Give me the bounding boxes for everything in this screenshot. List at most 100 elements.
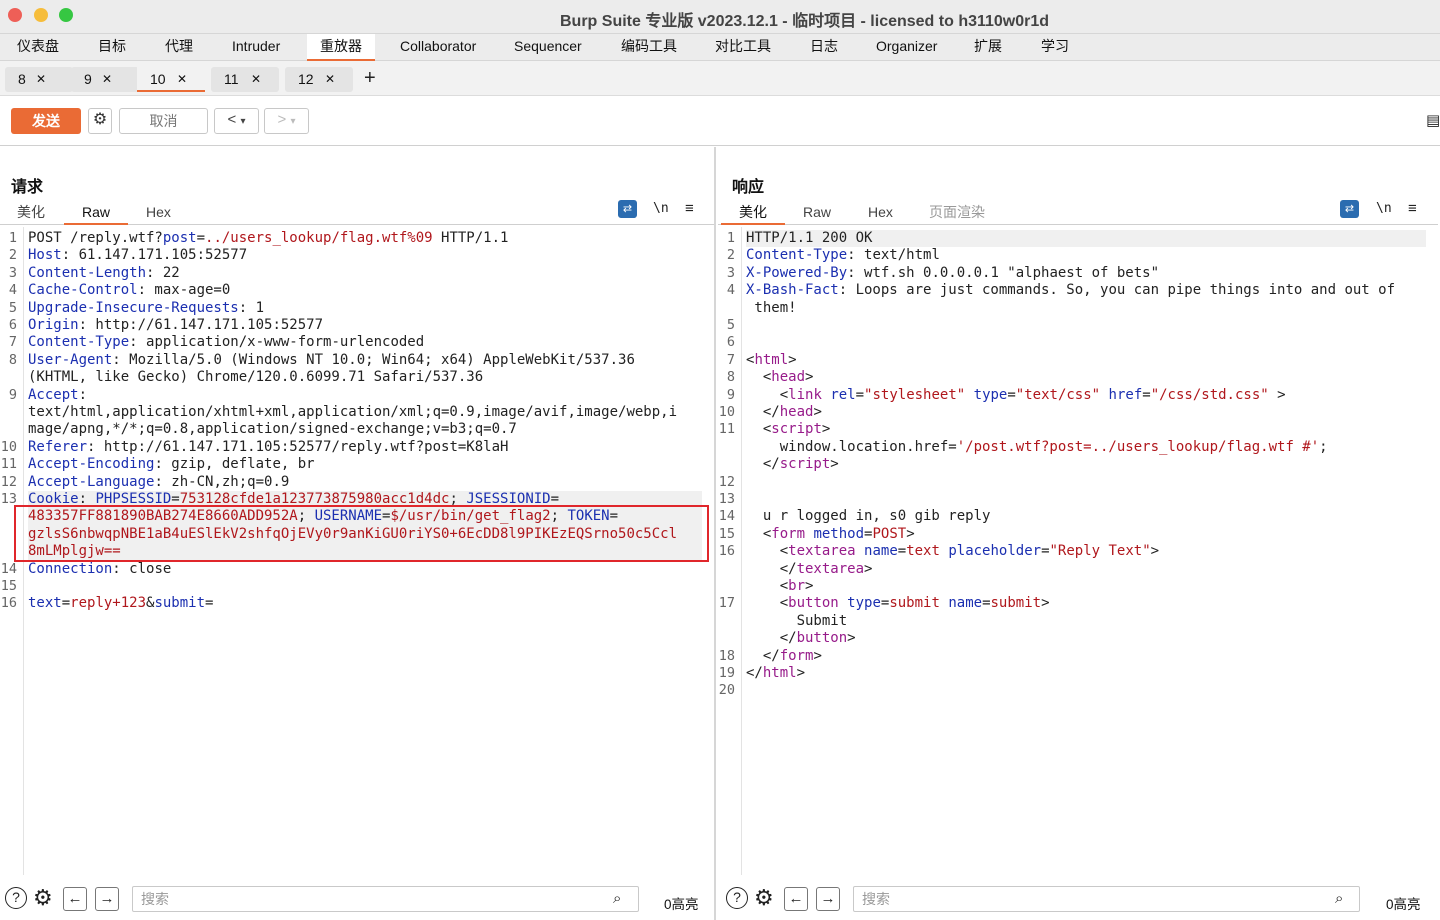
code-line[interactable]: POST /reply.wtf?post=../users_lookup/fla… [28,230,508,247]
code-line[interactable]: <form method=POST> [746,526,915,543]
word-wrap-icon[interactable]: ⇄ [618,200,637,218]
code-line[interactable]: <head> [746,369,814,386]
code-line[interactable]: Accept-Language: zh-CN,zh;q=0.9 [28,474,289,491]
search-icon[interactable]: ⌕ [613,890,621,907]
menu-item-0[interactable]: 仪表盘 [17,34,59,61]
forward-dropdown-icon[interactable]: ▾ [290,116,295,127]
cancel-button[interactable]: 取消 [119,108,208,134]
previous-match-icon[interactable]: ← [63,887,87,911]
word-wrap-icon[interactable]: ⇄ [1340,200,1359,218]
code-line[interactable]: </html> [746,665,805,682]
menu-item-9[interactable]: 日志 [810,34,838,61]
close-tab-icon[interactable]: ✕ [251,67,261,92]
code-line[interactable]: Accept-Encoding: gzip, deflate, br [28,456,315,473]
view-tab-1[interactable]: Raw [803,203,831,225]
code-line[interactable]: HTTP/1.1 200 OK [746,230,1426,248]
menu-item-5[interactable]: Collaborator [400,34,476,61]
menu-item-4[interactable]: 重放器 [307,34,375,61]
send-button[interactable]: 发送 [11,108,81,134]
code-line[interactable]: <textarea name=text placeholder="Reply T… [746,543,1159,560]
next-match-icon[interactable]: → [95,887,119,911]
repeater-tab-8[interactable]: 8 ✕ [5,67,73,92]
zoom-window-button[interactable] [59,8,73,22]
repeater-tab-12[interactable]: 12 ✕ [285,67,353,92]
code-line[interactable]: u r logged in, s0 gib reply [746,508,991,525]
newline-toggle-icon[interactable]: \n [653,201,669,216]
code-line[interactable]: text/html,application/xhtml+xml,applicat… [28,404,677,421]
next-match-icon[interactable]: → [816,887,840,911]
code-line[interactable]: Content-Length: 22 [28,265,180,282]
code-line[interactable]: Accept: [28,387,87,404]
code-line[interactable]: Referer: http://61.147.171.105:52577/rep… [28,439,508,456]
menu-item-12[interactable]: 学习 [1041,34,1069,61]
code-line[interactable]: </head> [746,404,822,421]
code-line[interactable]: <script> [746,421,830,438]
editor-menu-icon[interactable]: ≡ [685,200,694,217]
code-line[interactable]: Cache-Control: max-age=0 [28,282,230,299]
code-line[interactable]: X-Powered-By: wtf.sh 0.0.0.0.1 "alphaest… [746,265,1159,282]
code-line[interactable]: Content-Type: text/html [746,247,940,264]
code-line[interactable]: User-Agent: Mozilla/5.0 (Windows NT 10.0… [28,352,635,369]
code-line[interactable]: X-Bash-Fact: Loops are just commands. So… [746,282,1395,299]
code-line[interactable]: them! [746,300,796,317]
close-tab-icon[interactable]: ✕ [177,67,187,92]
view-tab-0[interactable]: 美化 [17,203,45,225]
menu-item-6[interactable]: Sequencer [514,34,582,61]
close-window-button[interactable] [8,8,22,22]
code-line[interactable]: <button type=submit name=submit> [746,595,1050,612]
view-tab-2[interactable]: Hex [146,203,171,225]
code-line[interactable]: <link rel="stylesheet" type="text/css" h… [746,387,1286,404]
view-tab-2[interactable]: Hex [868,203,893,225]
inspector-toggle-icon[interactable]: ▤ [1426,111,1440,129]
view-tab-0[interactable]: 美化 [721,203,785,225]
search-settings-gear-icon[interactable]: ⚙ [33,885,53,911]
menu-item-10[interactable]: Organizer [876,34,937,61]
help-icon[interactable]: ? [5,887,27,909]
code-line[interactable]: Origin: http://61.147.171.105:52577 [28,317,323,334]
code-line[interactable]: <html> [746,352,797,369]
close-tab-icon[interactable]: ✕ [36,67,46,92]
code-line[interactable]: mage/apng,*/*;q=0.8,application/signed-e… [28,421,517,438]
settings-gear-icon[interactable]: ⚙ [88,108,112,134]
previous-match-icon[interactable]: ← [784,887,808,911]
code-line[interactable]: </textarea> [746,561,873,578]
search-settings-gear-icon[interactable]: ⚙ [754,885,774,911]
code-line[interactable]: text=reply+123&submit= [28,595,213,612]
editor-menu-icon[interactable]: ≡ [1408,200,1417,217]
code-line[interactable]: </script> [746,456,839,473]
repeater-tab-11[interactable]: 11 ✕ [211,67,279,92]
history-back-button[interactable]: < ▾ [214,108,259,134]
menu-item-7[interactable]: 编码工具 [621,34,677,61]
add-tab-icon[interactable]: + [364,67,376,90]
code-line[interactable]: Connection: close [28,561,171,578]
menu-item-2[interactable]: 代理 [165,34,193,61]
code-line[interactable]: (KHTML, like Gecko) Chrome/120.0.6099.71… [28,369,483,386]
code-line[interactable]: Content-Type: application/x-www-form-url… [28,334,424,351]
menu-item-3[interactable]: Intruder [232,34,280,61]
minimize-window-button[interactable] [34,8,48,22]
code-line[interactable]: </form> [746,648,822,665]
view-tab-1[interactable]: Raw [64,203,129,225]
code-line[interactable]: </button> [746,630,856,647]
code-line[interactable]: Host: 61.147.171.105:52577 [28,247,247,264]
response-editor[interactable]: 1 HTTP/1.1 200 OK 2 Content-Type: text/html… [718,227,1438,875]
search-icon[interactable]: ⌕ [1335,890,1343,907]
newline-toggle-icon[interactable]: \n [1376,201,1392,216]
menu-item-1[interactable]: 目标 [98,34,126,61]
repeater-tab-9[interactable]: 9 ✕ [71,67,139,92]
repeater-tab-10[interactable]: 10 ✕ [137,67,205,92]
request-search-input[interactable]: 搜索 [132,886,639,912]
back-dropdown-icon[interactable]: ▾ [240,116,245,127]
help-icon[interactable]: ? [726,887,748,909]
close-tab-icon[interactable]: ✕ [325,67,335,92]
close-tab-icon[interactable]: ✕ [102,67,112,92]
view-tab-3[interactable]: 页面渲染 [929,203,985,225]
code-line[interactable]: <br> [746,578,814,595]
response-search-input[interactable]: 搜索 [853,886,1360,912]
menu-item-11[interactable]: 扩展 [974,34,1002,61]
code-line[interactable]: Submit [746,613,848,630]
history-forward-button[interactable]: > ▾ [264,108,309,134]
code-line[interactable]: window.location.href='/post.wtf?post=../… [746,439,1328,456]
menu-item-8[interactable]: 对比工具 [715,34,771,61]
code-line[interactable]: Upgrade-Insecure-Requests: 1 [28,300,264,317]
